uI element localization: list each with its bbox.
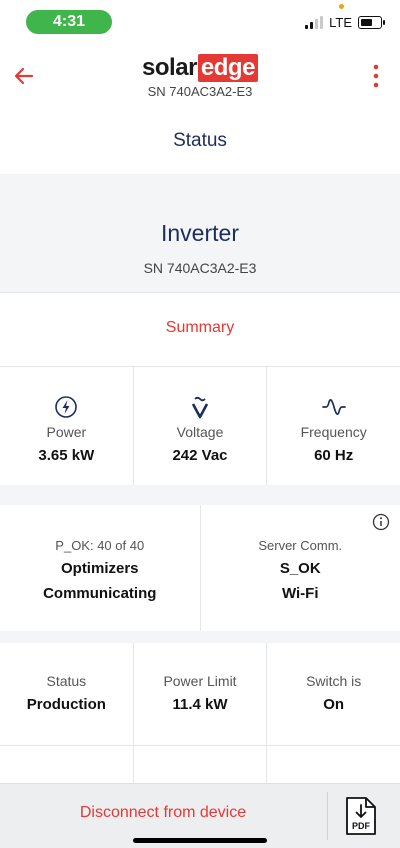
metric-value: 3.65 kW <box>0 447 133 464</box>
grid-label: Status <box>0 673 133 689</box>
grid-label: Switch is <box>267 673 400 689</box>
inverter-serial: SN 740AC3A2-E3 <box>0 260 400 276</box>
more-menu-icon[interactable] <box>364 62 388 90</box>
home-indicator <box>133 838 267 843</box>
metric-voltage: Voltage 242 Vac <box>134 367 268 485</box>
frequency-icon <box>322 395 346 419</box>
status-right: LTE <box>305 10 382 34</box>
status-grid-row-partial <box>0 746 400 784</box>
grid-cell-status: Status Production <box>0 643 134 745</box>
metric-label: Voltage <box>134 424 267 440</box>
metric-value: 60 Hz <box>267 447 400 464</box>
grid-cell-partial <box>0 746 134 784</box>
summary-label: Summary <box>0 319 400 337</box>
status-grid-row: Status Production Power Limit 11.4 kW Sw… <box>0 643 400 746</box>
optimizers-count: P_OK: 40 of 40 <box>0 538 200 553</box>
info-icon[interactable] <box>372 513 390 531</box>
metric-value: 242 Vac <box>134 447 267 464</box>
bolt-icon <box>54 395 78 419</box>
signal-icon <box>305 15 323 29</box>
inverter-title: Inverter <box>0 220 400 247</box>
metric-label: Power <box>0 424 133 440</box>
device-serial: SN 740AC3A2-E3 <box>0 84 400 99</box>
status-bar: 4:31 LTE <box>0 0 400 44</box>
grid-label: Power Limit <box>134 673 267 689</box>
metric-power: Power 3.65 kW <box>0 367 134 485</box>
metric-frequency: Frequency 60 Hz <box>267 367 400 485</box>
pdf-label: PDF <box>352 821 371 831</box>
server-comm-cell: Server Comm. S_OK Wi-Fi <box>201 505 400 631</box>
status-grid: Status Production Power Limit 11.4 kW Sw… <box>0 643 400 783</box>
solaredge-logo: solaredge <box>0 54 400 82</box>
server-comm-type: Wi-Fi <box>201 585 400 602</box>
privacy-indicator-dot <box>339 4 344 9</box>
time-pill: 4:31 <box>26 10 112 34</box>
grid-value: Production <box>0 696 133 713</box>
status-section: Status <box>0 108 400 174</box>
grid-cell-power-limit: Power Limit 11.4 kW <box>134 643 268 745</box>
status-title: Status <box>0 130 400 152</box>
server-comm-label: Server Comm. <box>201 538 400 553</box>
battery-icon <box>358 16 382 29</box>
bottom-divider <box>327 792 328 840</box>
grid-cell-partial <box>267 746 400 784</box>
grid-value: 11.4 kW <box>134 696 267 713</box>
app-bar: solaredge SN 740AC3A2-E3 <box>0 44 400 109</box>
summary-section: Summary <box>0 292 400 367</box>
grid-cell-switch: Switch is On <box>267 643 400 745</box>
server-comm-status: S_OK <box>201 560 400 577</box>
network-label: LTE <box>329 15 352 30</box>
metrics-row: Power 3.65 kW Voltage 242 Vac Frequency … <box>0 366 400 485</box>
metric-label: Frequency <box>267 424 400 440</box>
optimizers-cell: P_OK: 40 of 40 Optimizers Communicating <box>0 505 201 631</box>
communication-section: P_OK: 40 of 40 Optimizers Communicating … <box>0 505 400 631</box>
optimizers-title: Optimizers <box>0 560 200 577</box>
optimizers-status: Communicating <box>0 585 200 602</box>
pdf-download-icon[interactable]: PDF <box>344 796 378 836</box>
grid-value: On <box>267 696 400 713</box>
grid-cell-partial <box>134 746 268 784</box>
disconnect-button[interactable]: Disconnect from device <box>0 804 326 822</box>
voltage-icon <box>188 395 212 419</box>
